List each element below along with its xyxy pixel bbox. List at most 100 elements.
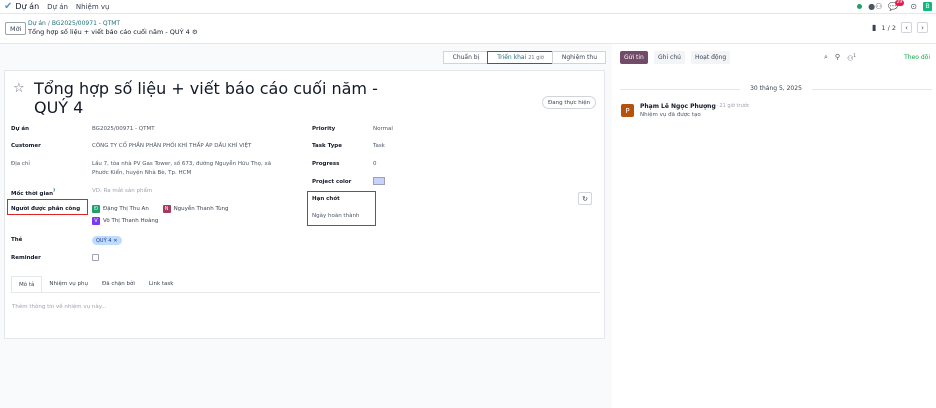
star-icon[interactable]: ☆ [13, 82, 25, 95]
status-row: Chuẩn bị Triển khai 21 giờ Nghiệm thu [0, 44, 612, 70]
pager-next-button[interactable]: › [917, 22, 928, 33]
assignee-tag[interactable]: V Võ Thị Thanh Hoàng [92, 217, 158, 225]
assignee-avatar: V [92, 217, 100, 225]
assignee-avatar: N [162, 205, 171, 213]
stage-label: Nghiệm thu [561, 54, 597, 61]
notebook-tabs: Mô tả Nhiệm vụ phụ Đã chặn bởi Link task [11, 276, 181, 293]
assignee-avatar: Đ [92, 205, 100, 213]
remove-tag-icon[interactable]: ✕ [113, 238, 117, 244]
app-name[interactable]: Dự án [15, 2, 39, 11]
progress-label: Progress [312, 161, 340, 167]
new-button[interactable]: Mới [5, 22, 27, 35]
form-sheet: ☆ Tổng hợp số liệu + viết báo cáo cuối n… [4, 70, 605, 339]
tag-chip[interactable]: QUÝ 4 ✕ [92, 236, 122, 245]
chatter-toolbar: Gửi tin Ghi chú Hoạt động ⌕ ⚲ ⚇1 Theo dõ… [612, 44, 936, 70]
done-date-label: Ngày hoàn thành [312, 213, 360, 219]
tab-divider [11, 292, 600, 293]
assignee-row-2: V Võ Thị Thanh Hoàng [92, 217, 164, 225]
customer-label: Customer [11, 143, 41, 149]
priority-value[interactable]: Normal [373, 125, 393, 133]
menu-item-projects[interactable]: Dự án [47, 3, 68, 11]
date-separator: 30 tháng 5, 2025 [620, 85, 932, 92]
address-line-1[interactable]: Lầu 7, tòa nhà PV Gas Tower, số 673, đườ… [92, 160, 271, 168]
customer-value[interactable]: CÔNG TY CỔ PHẦN PHÂN PHỐI KHÍ THẤP ÁP DẦ… [92, 142, 251, 150]
progress-value[interactable]: 0 [373, 160, 377, 168]
record-title-text: Tổng hợp số liệu + viết báo cáo cuối năm… [28, 28, 190, 36]
stage-acceptance[interactable]: Nghiệm thu [551, 51, 606, 64]
message-time: - 21 giờ trước [716, 103, 750, 109]
assignee-tag[interactable]: N Nguyễn Thanh Tùng [162, 205, 229, 213]
refresh-button[interactable]: ↻ [578, 192, 592, 205]
date-text: 30 tháng 5, 2025 [750, 85, 802, 92]
help-tooltip-icon[interactable]: ? [53, 188, 55, 193]
followers-icon[interactable]: ⚇1 [847, 53, 856, 62]
tag-chip-label: QUÝ 4 [96, 237, 112, 244]
task-title[interactable]: Tổng hợp số liệu + viết báo cáo cuối năm… [34, 79, 414, 117]
gear-icon[interactable]: ⚙ [192, 28, 198, 36]
milestone-label: Mốc thời gian? [11, 188, 55, 197]
tab-link-task[interactable]: Link task [141, 276, 181, 293]
assignee-name: Võ Thị Thanh Hoàng [103, 218, 159, 224]
paperclip-icon[interactable]: ⚲ [835, 53, 840, 62]
stage-prepare[interactable]: Chuẩn bị [442, 51, 489, 64]
milestone-label-text: Mốc thời gian [11, 190, 53, 197]
pager-prev-button[interactable]: ‹ [901, 22, 912, 33]
tags-label: Thẻ [11, 237, 23, 243]
reminder-checkbox[interactable] [92, 254, 99, 261]
project-color-swatch[interactable] [373, 177, 385, 185]
message-count-badge: 29 [894, 0, 905, 6]
user-status-icon[interactable]: ●⚇ [868, 2, 882, 11]
send-message-button[interactable]: Gửi tin [620, 51, 648, 64]
pager-value[interactable]: 1 / 2 [881, 24, 896, 32]
description-editor[interactable]: Thêm thông tin về nhiệm vụ này... [12, 304, 106, 310]
tab-description[interactable]: Mô tả [11, 276, 43, 293]
record-title: Tổng hợp số liệu + viết báo cáo cuối năm… [28, 28, 198, 36]
breadcrumb-bar: Mới Dự án / BG2025/00971 - QTMT Tổng hợp s… [0, 14, 936, 44]
stage-label: Triển khai [497, 54, 527, 61]
deadline-label: Hạn chót [312, 196, 340, 202]
stage-label: Chuẩn bị [452, 54, 480, 61]
assignee-name: Nguyễn Thanh Tùng [173, 206, 229, 212]
assignees-label: Người được phân công [11, 206, 81, 212]
message-text: Nhiệm vụ đã được tạo [640, 112, 701, 118]
attachment-count: 1 [853, 53, 856, 58]
project-color-label: Project color [312, 179, 352, 185]
assignee-row-1: Đ Đặng Thị Thu An N Nguyễn Thanh Tùng [92, 205, 235, 213]
breadcrumb-root[interactable]: Dự án [28, 20, 46, 27]
address-line-2[interactable]: Phước Kiển, huyện Nhà Bè, Tp. HCM [92, 169, 191, 177]
status-dot-icon [857, 4, 863, 9]
tab-blocked-by[interactable]: Đã chặn bởi [94, 276, 142, 293]
top-navbar: ✔ Dự án Dự án Nhiệm vụ ●⚇ 💬 29 ⊙ B [0, 0, 936, 14]
assignee-name: Đặng Thị Thu An [103, 206, 149, 212]
log-note-button[interactable]: Ghi chú [654, 51, 685, 64]
milestone-input[interactable]: VD: Ra mắt sản phẩm [92, 187, 152, 195]
activity-button[interactable]: Hoạt động [691, 51, 731, 64]
priority-label: Priority [312, 126, 336, 132]
clock-icon[interactable]: ⊙ [910, 2, 917, 11]
pager: ▮ 1 / 2 ‹ › [872, 22, 928, 33]
message-author-avatar[interactable]: P [621, 104, 634, 117]
stage-bar: Chuẩn bị Triển khai 21 giờ Nghiệm thu [442, 51, 606, 64]
stage-in-progress[interactable]: Triển khai 21 giờ [487, 51, 553, 64]
tab-subtasks[interactable]: Nhiệm vụ phụ [42, 276, 95, 293]
message-author[interactable]: Phạm Lê Ngọc Phượng [640, 103, 716, 110]
app-logo-check-icon[interactable]: ✔ [4, 1, 12, 12]
follow-button[interactable]: Theo dõi [904, 54, 930, 61]
refresh-icon: ↻ [582, 194, 588, 203]
task-type-label: Task Type [312, 143, 342, 149]
breadcrumb: Dự án / BG2025/00971 - QTMT [28, 20, 121, 27]
breadcrumb-project[interactable]: BG2025/00971 - QTMT [52, 20, 120, 27]
user-avatar[interactable]: B [923, 2, 932, 11]
task-type-value[interactable]: Task [373, 142, 385, 150]
project-value[interactable]: BG2025/00971 - QTMT [92, 125, 155, 133]
search-icon[interactable]: ⌕ [824, 53, 828, 62]
topbar-right: ●⚇ 💬 29 ⊙ B [857, 0, 932, 11]
chatter-panel: 30 tháng 5, 2025 P Phạm Lê Ngọc Phượng -… [612, 70, 936, 408]
project-label: Dự án [11, 126, 30, 132]
chat-icon[interactable]: 💬 29 [888, 0, 905, 11]
state-button[interactable]: Đang thực hiện [542, 96, 597, 109]
stage-duration: 21 giờ [528, 54, 544, 61]
attachment-icon[interactable]: ▮ [872, 23, 876, 32]
menu-item-tasks[interactable]: Nhiệm vụ [76, 3, 110, 11]
assignee-tag[interactable]: Đ Đặng Thị Thu An [92, 205, 149, 213]
